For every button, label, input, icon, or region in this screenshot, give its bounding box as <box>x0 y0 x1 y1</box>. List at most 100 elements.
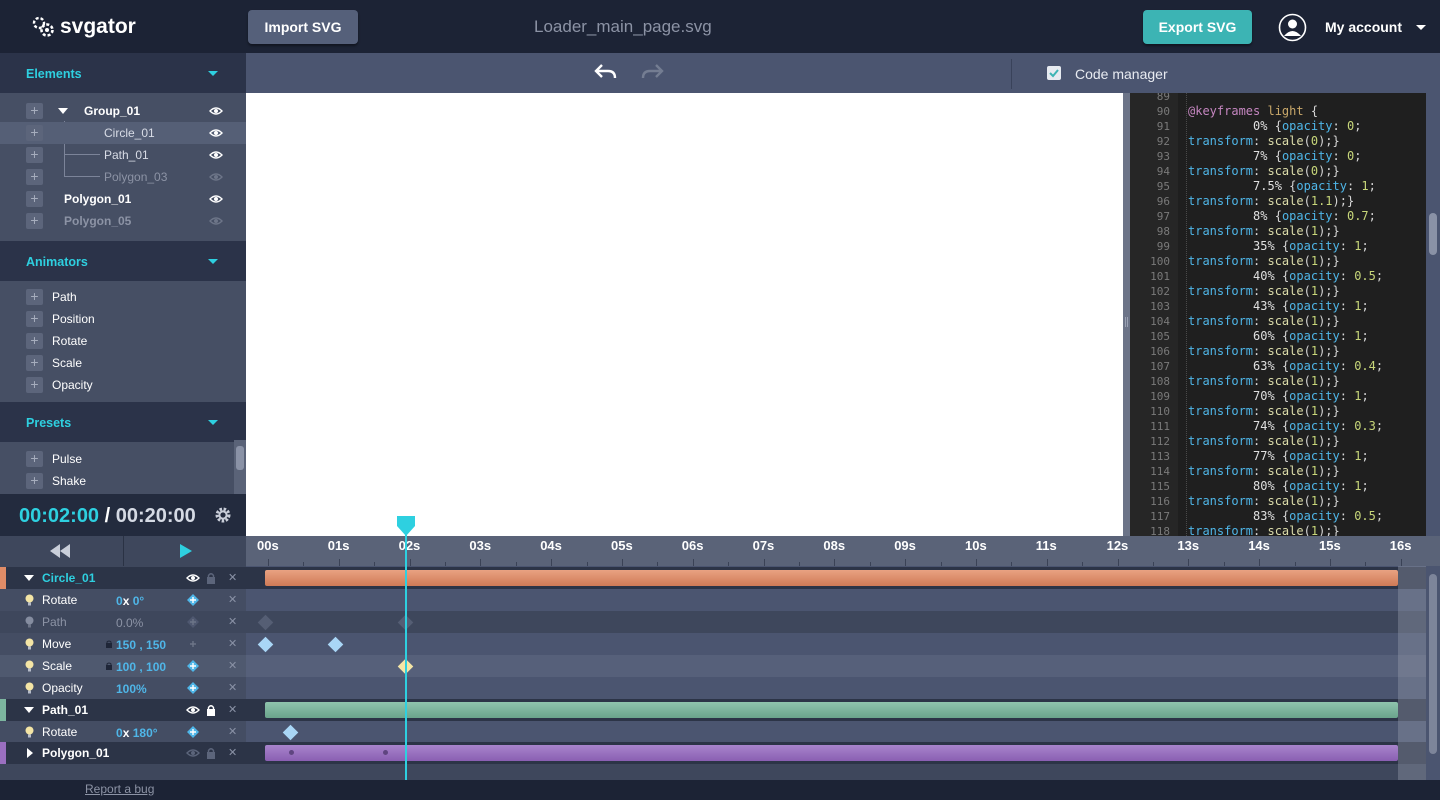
track-row-rotate-path01[interactable]: Rotate 0x 180° ✕ <box>0 721 246 743</box>
timeline-row-path01[interactable] <box>246 699 1426 721</box>
code-line[interactable]: 110 transform: scale(1);} <box>1130 404 1426 419</box>
animator-item-opacity[interactable]: + Opacity <box>0 374 246 396</box>
keyframe-diamond[interactable] <box>282 724 299 741</box>
caret-down-icon[interactable] <box>58 108 68 114</box>
code-scrollbar[interactable] <box>1426 93 1440 536</box>
code-line[interactable]: 117 83% {opacity: 0.5; <box>1130 509 1426 524</box>
timeline-row-polygon01[interactable] <box>246 742 1426 764</box>
lock-icon[interactable] <box>106 662 112 670</box>
presets-scrollbar[interactable] <box>234 440 246 494</box>
duration-bar-path01[interactable] <box>265 702 1398 718</box>
add-keyframe-icon[interactable] <box>186 615 200 629</box>
code-line[interactable]: 96 transform: scale(1.1);} <box>1130 194 1426 209</box>
track-row-move[interactable]: Move 150 , 150 ✕ <box>0 633 246 655</box>
close-icon[interactable]: ✕ <box>228 659 237 672</box>
code-line[interactable]: 106 transform: scale(1);} <box>1130 344 1426 359</box>
timeline-row-move[interactable] <box>246 633 1426 655</box>
keyframe-diamond[interactable] <box>257 636 274 653</box>
animator-item-scale[interactable]: + Scale <box>0 352 246 374</box>
plus-icon[interactable]: + <box>26 213 43 229</box>
preset-item-pulse[interactable]: + Pulse <box>0 448 246 470</box>
add-keyframe-icon[interactable] <box>186 637 200 651</box>
opacity-value[interactable]: 100% <box>116 682 147 696</box>
undo-icon[interactable] <box>594 62 618 82</box>
add-keyframe-icon[interactable] <box>186 659 200 673</box>
code-line[interactable]: 99 35% {opacity: 1; <box>1130 239 1426 254</box>
plus-icon[interactable]: + <box>26 377 43 393</box>
track-row-opacity[interactable]: Opacity 100% ✕ <box>0 677 246 699</box>
close-icon[interactable]: ✕ <box>228 571 237 584</box>
duration-bar-polygon01[interactable] <box>265 745 1398 761</box>
timeline-row-scale[interactable] <box>246 655 1426 677</box>
eye-hidden-icon[interactable] <box>186 748 200 758</box>
keyframe-diamond[interactable] <box>257 614 274 631</box>
play-icon[interactable] <box>180 544 192 558</box>
preset-item-shake[interactable]: + Shake <box>0 470 246 492</box>
element-row-polygon03[interactable]: + Polygon_03 <box>0 166 246 188</box>
close-icon[interactable]: ✕ <box>228 703 237 716</box>
code-line[interactable]: 98 transform: scale(1);} <box>1130 224 1426 239</box>
eye-icon[interactable] <box>209 106 223 116</box>
timeline-row-rotate[interactable] <box>246 589 1426 611</box>
artboard-canvas[interactable] <box>246 93 1123 536</box>
rewind-icon[interactable] <box>50 544 70 558</box>
keyframe-diamond[interactable] <box>327 636 344 653</box>
bulb-icon[interactable] <box>25 726 34 738</box>
element-row-polygon05[interactable]: + Polygon_05 <box>0 210 246 232</box>
code-line[interactable]: 105 60% {opacity: 1; <box>1130 329 1426 344</box>
animators-section-header[interactable]: Animators <box>0 241 246 281</box>
add-keyframe-icon[interactable] <box>186 681 200 695</box>
code-line[interactable]: 103 43% {opacity: 1; <box>1130 299 1426 314</box>
plus-icon[interactable]: + <box>26 311 43 327</box>
code-line[interactable]: 92 transform: scale(0);} <box>1130 134 1426 149</box>
move-value[interactable]: 150 , 150 <box>116 638 166 652</box>
animator-item-rotate[interactable]: + Rotate <box>0 330 246 352</box>
plus-icon[interactable]: + <box>26 125 43 141</box>
presets-section-header[interactable]: Presets <box>0 402 246 442</box>
plus-icon[interactable]: + <box>26 103 43 119</box>
bulb-icon[interactable] <box>25 594 34 606</box>
close-icon[interactable]: ✕ <box>228 593 237 606</box>
code-line[interactable]: 109 70% {opacity: 1; <box>1130 389 1426 404</box>
code-line[interactable]: 114 transform: scale(1);} <box>1130 464 1426 479</box>
timeline-row-circle[interactable] <box>246 567 1426 589</box>
close-icon[interactable]: ✕ <box>228 725 237 738</box>
playhead-line[interactable] <box>405 530 407 780</box>
plus-icon[interactable]: + <box>26 451 43 467</box>
code-line[interactable]: 90 @keyframes light { <box>1130 104 1426 119</box>
add-keyframe-icon[interactable] <box>186 593 200 607</box>
eye-icon[interactable] <box>186 705 200 715</box>
lock-icon[interactable] <box>206 572 216 584</box>
duration-bar-circle[interactable] <box>265 570 1398 586</box>
plus-icon[interactable]: + <box>26 169 43 185</box>
plus-icon[interactable]: + <box>26 355 43 371</box>
import-svg-button[interactable]: Import SVG <box>248 10 358 44</box>
eye-icon[interactable] <box>209 194 223 204</box>
playhead-handle-icon[interactable] <box>396 516 416 538</box>
element-row-group[interactable]: + Group_01 <box>0 100 246 122</box>
code-line[interactable]: 101 40% {opacity: 0.5; <box>1130 269 1426 284</box>
timeline-scrollbar[interactable] <box>1426 566 1440 780</box>
code-line[interactable]: 116 transform: scale(1);} <box>1130 494 1426 509</box>
code-line[interactable]: 115 80% {opacity: 1; <box>1130 479 1426 494</box>
code-line[interactable]: 112 transform: scale(1);} <box>1130 434 1426 449</box>
export-svg-button[interactable]: Export SVG <box>1143 10 1252 44</box>
code-line[interactable]: 93 7% {opacity: 0; <box>1130 149 1426 164</box>
redo-icon[interactable] <box>640 62 664 82</box>
code-line[interactable]: 108 transform: scale(1);} <box>1130 374 1426 389</box>
code-line[interactable]: 104 transform: scale(1);} <box>1130 314 1426 329</box>
scrollbar-thumb[interactable] <box>1429 213 1437 255</box>
timeline-row-rotate-path01[interactable] <box>246 721 1426 743</box>
elements-section-header[interactable]: Elements <box>0 53 246 93</box>
code-line[interactable]: 91 0% {opacity: 0; <box>1130 119 1426 134</box>
element-row-polygon01[interactable]: + Polygon_01 <box>0 188 246 210</box>
eye-hidden-icon[interactable] <box>209 216 223 226</box>
bulb-icon[interactable] <box>25 638 34 650</box>
code-line[interactable]: 94 transform: scale(0);} <box>1130 164 1426 179</box>
account-menu[interactable]: My account <box>1278 12 1427 42</box>
bulb-icon[interactable] <box>25 682 34 694</box>
gear-icon[interactable] <box>214 506 232 524</box>
track-group-path01[interactable]: Path_01 ✕ <box>0 699 246 721</box>
code-editor[interactable]: 89 90 @keyframes light {91 0% {opacity: 0;… <box>1130 93 1426 536</box>
animator-item-path[interactable]: + Path <box>0 286 246 308</box>
